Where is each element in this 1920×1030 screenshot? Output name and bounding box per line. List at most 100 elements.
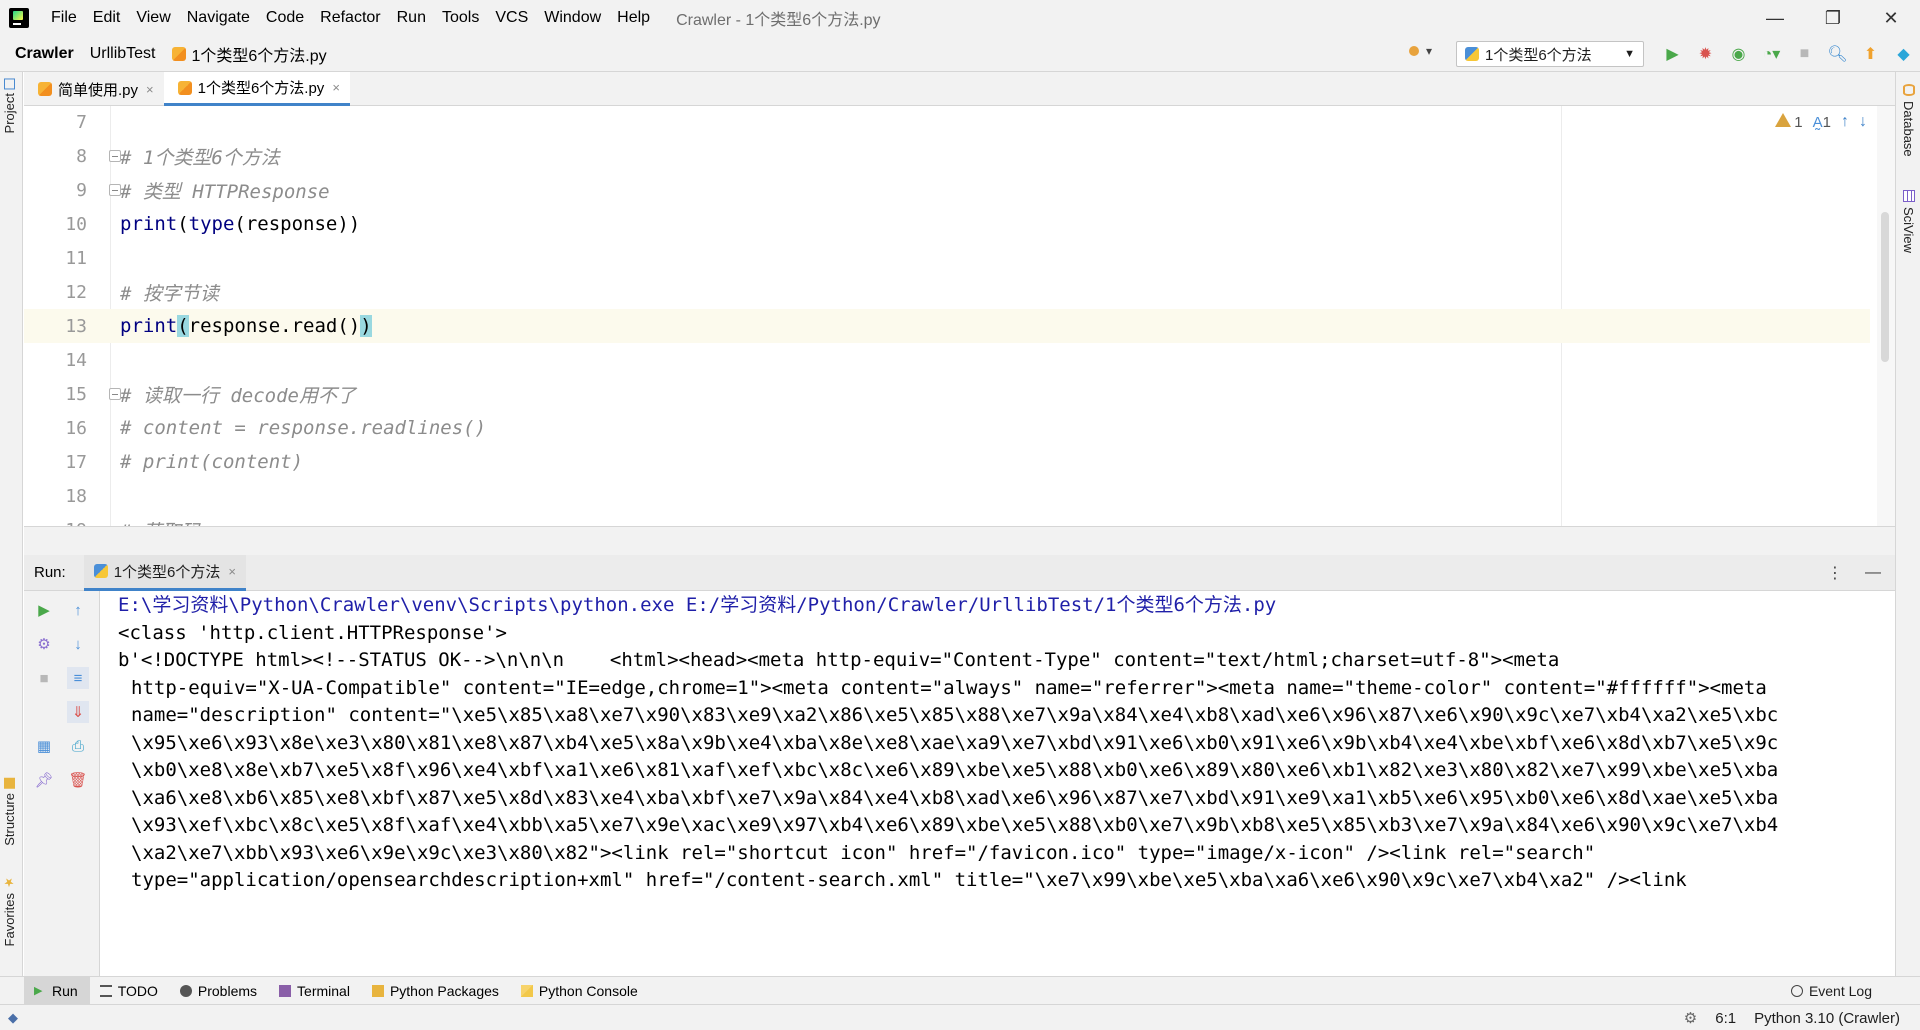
python-packages-tool-label: Python Packages [389,982,499,999]
run-tab[interactable]: 1个类型6个方法 × [83,554,246,591]
menu-tools[interactable]: Tools [434,0,487,36]
close-tab-icon[interactable]: × [146,82,154,97]
window-controls: — ❐ ✕ [1746,0,1920,36]
favorites-tool-tab[interactable]: Favorites ★ [2,875,17,946]
breadcrumb-file[interactable]: 1个类型6个方法.py [164,42,335,66]
fold-icon[interactable] [109,184,121,196]
editor-tab-simple-use[interactable]: 简单使用.py × [24,72,164,106]
menu-help[interactable]: Help [609,0,658,36]
editor-scrollbar-thumb[interactable] [1881,212,1889,362]
fold-icon[interactable] [109,150,121,162]
warning-count[interactable]: 1 [1775,113,1803,131]
clear-trash-icon[interactable]: 🗑︎ [67,769,89,791]
code-line: 7 [24,106,1870,139]
code-line: 10 print(type(response)) [24,207,1870,241]
terminal-tool-tab[interactable]: Terminal [269,977,362,1005]
menu-navigate[interactable]: Navigate [179,0,258,36]
print-icon[interactable]: ⎙ [67,735,89,757]
run-icon[interactable]: ▶ [1656,41,1689,67]
pin-icon[interactable]: 📌︎ [33,769,55,791]
menu-window[interactable]: Window [536,0,609,36]
menu-edit[interactable]: Edit [85,0,129,36]
search-icon[interactable]: 🔍︎ [1821,41,1854,67]
run-tool-label: Run [52,982,78,999]
fold-icon[interactable] [109,388,121,400]
code-comment: # content = response.readlines() [120,417,487,439]
menu-run[interactable]: Run [389,0,434,36]
rerun-icon[interactable]: ▶ [33,599,55,621]
project-tab-label: Project [2,93,17,134]
menu-refactor[interactable]: Refactor [312,0,388,36]
matched-bracket: ( [177,315,189,337]
background-tasks-icon[interactable]: ⚙ [1684,1009,1697,1027]
editor-tab-label: 1个类型6个方法.py [197,80,325,97]
settings-gear-icon[interactable]: ⚙ [33,633,55,655]
debug-icon[interactable]: ✹ [1689,41,1722,67]
previous-highlight-icon[interactable]: ↑ [1841,113,1849,131]
editor-tab-current[interactable]: 1个类型6个方法.py × [163,72,350,106]
scroll-to-end-icon[interactable]: ⇓ [67,701,89,723]
breadcrumb-folder[interactable]: UrllibTest [82,45,164,63]
run-tab-label: 1个类型6个方法 [113,563,221,581]
caret-position[interactable]: 6:1 [1715,1010,1736,1027]
menu-vcs[interactable]: VCS [487,0,536,36]
current-code-line: 13 print(response.read()) [24,309,1870,343]
close-window-button[interactable]: ✕ [1862,0,1920,36]
console-output[interactable]: E:\学习资料\Python\Crawler\venv\Scripts\pyth… [101,591,1895,976]
coverage-icon[interactable]: ◉ [1722,41,1755,67]
plugin-icon[interactable]: ◆ [1887,41,1920,67]
typo-count[interactable]: A̰1 [1813,114,1831,131]
python-interpreter[interactable]: Python 3.10 (Crawler) [1754,1010,1900,1027]
python-packages-tool-tab[interactable]: Python Packages [362,977,511,1005]
up-stack-icon[interactable]: ↑ [67,599,89,621]
inspection-widget[interactable]: 1 A̰1 ↑ ↓ [1775,113,1867,131]
menu-code[interactable]: Code [258,0,312,36]
project-tool-tab[interactable]: Project [2,78,17,133]
code-line: 19 # 获取码 [24,513,1870,527]
database-tool-tab[interactable]: Database [1901,84,1916,157]
stop-icon[interactable]: ■ [1788,41,1821,67]
editor-tab-bar: 简单使用.py × 1个类型6个方法.py × [24,72,1895,106]
close-run-tab-icon[interactable]: × [228,564,236,579]
structure-tab-label: Structure [2,793,17,846]
line-number: 10 [65,213,87,235]
layout-icon[interactable]: ▦ [33,735,55,757]
sciview-tool-tab[interactable]: SciView [1901,190,1916,253]
problems-tool-tab[interactable]: Problems [170,977,269,1005]
toggle-panels-icon[interactable]: ◆ [8,1010,18,1026]
close-tab-icon[interactable]: × [332,80,340,95]
menu-file[interactable]: File [43,0,85,36]
code-editor[interactable]: 7 8 # 1个类型6个方法 9 # 类型 HTTPResponse 10 pr… [24,106,1895,526]
python-console-tool-tab[interactable]: Python Console [511,977,650,1005]
stop-icon[interactable]: ■ [33,667,55,689]
run-tool-tab[interactable]: ▶ Run [24,976,90,1005]
run-panel-title: Run: [34,564,66,581]
next-highlight-icon[interactable]: ↓ [1859,113,1867,131]
line-number: 18 [65,485,87,507]
line-number: 14 [65,349,87,371]
python-console-icon [520,984,533,997]
breadcrumb-project[interactable]: Crawler [0,45,82,63]
vcs-user-icon[interactable] [1406,43,1438,65]
update-icon[interactable]: ⬆ [1854,41,1887,67]
todo-tool-tab[interactable]: TODO [90,977,170,1005]
structure-tool-tab[interactable]: Structure [2,778,17,846]
panel-splitter[interactable] [24,526,1895,555]
restore-button[interactable]: ❐ [1804,0,1862,36]
more-options-icon[interactable]: ⋮ [1827,563,1843,583]
soft-wrap-icon[interactable]: ≡ [67,667,89,689]
menu-view[interactable]: View [128,0,178,36]
minimize-panel-icon[interactable]: — [1865,564,1881,582]
terminal-tool-label: Terminal [297,982,350,999]
run-configuration-select[interactable]: 1个类型6个方法 ▼ [1456,41,1644,67]
chevron-down-icon: ▼ [1624,48,1635,60]
folder-icon [4,78,15,89]
python-console-tool-label: Python Console [538,982,638,999]
grid-icon [1902,190,1915,202]
minimize-button[interactable]: — [1746,0,1804,36]
run-icon: ▶ [34,984,43,997]
down-stack-icon[interactable]: ↓ [67,633,89,655]
builtin-print: print [120,315,178,337]
event-log-tool-tab[interactable]: Event Log [1790,977,1872,1005]
profile-icon[interactable]: ◔▾ [1755,41,1788,67]
